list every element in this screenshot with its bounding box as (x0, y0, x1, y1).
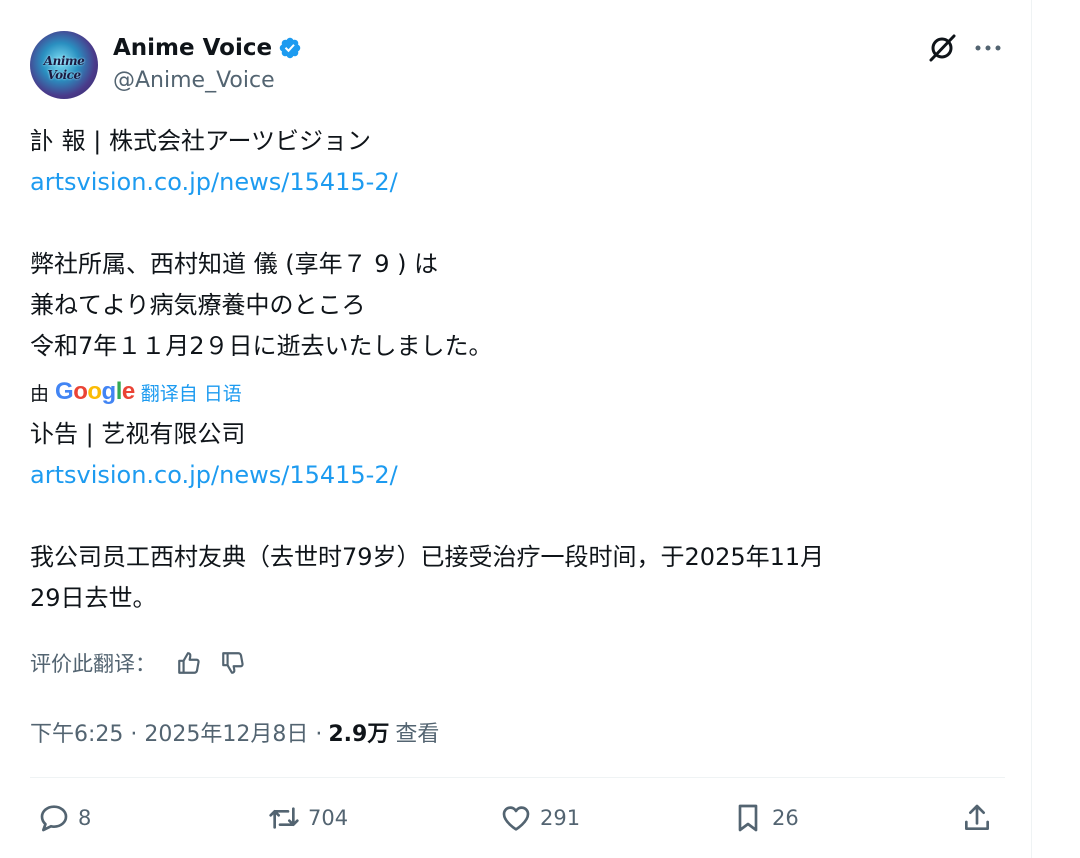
more-button[interactable] (972, 32, 1004, 64)
reply-count: 8 (78, 806, 92, 830)
retweet-count: 704 (308, 806, 349, 830)
original-line-1: 訃 報 | 株式会社アーツビジョン (30, 127, 372, 155)
translated-from-label[interactable]: 翻译自 日语 (141, 379, 242, 406)
author-name-row: Anime Voice (113, 32, 302, 64)
original-tweet-text: 訃 報 | 株式会社アーツビジョン artsvision.co.jp/news/… (30, 121, 493, 367)
divider (30, 777, 1005, 778)
reply-icon (40, 805, 68, 832)
like-icon (502, 806, 530, 831)
display-name[interactable]: Anime Voice (113, 35, 272, 61)
translated-by-label: 由 (30, 382, 50, 405)
like-button[interactable]: 291 (500, 798, 580, 838)
google-logo: Google (55, 378, 135, 405)
handle[interactable]: @Anime_Voice (113, 68, 275, 93)
avatar[interactable]: Anime Voice (30, 31, 98, 99)
tweet-card: Anime Voice Anime Voice @Anime_Voice 訃 報… (0, 0, 1032, 858)
retweet-icon (269, 807, 299, 829)
translation-blank-line (30, 496, 824, 537)
like-count: 291 (540, 806, 581, 830)
views-label: 查看 (395, 722, 440, 747)
translation-line-4: 我公司员工西村友典（去世时79岁）已接受治疗一段时间，于2025年11月 (30, 543, 825, 571)
bookmark-button[interactable]: 26 (732, 798, 799, 838)
grok-icon (929, 34, 956, 62)
bookmark-count: 26 (772, 806, 799, 830)
tweet-meta: 下午6:25 · 2025年12月8日 · 2.9万 查看 (30, 714, 439, 750)
share-button[interactable] (961, 798, 993, 838)
translation-line-5: 29日去世。 (30, 584, 157, 612)
verified-badge-icon[interactable] (278, 36, 302, 60)
translated-tweet-text: 讣告 | 艺视有限公司 artsvision.co.jp/news/15415-… (30, 414, 824, 619)
view-count: 2.9万 (328, 722, 390, 747)
thumbs-down-icon[interactable] (220, 650, 246, 676)
thumbs-up-icon[interactable] (176, 650, 202, 676)
reply-button[interactable]: 8 (38, 798, 91, 838)
share-icon (965, 804, 989, 830)
grok-button[interactable] (926, 32, 958, 64)
original-line-4: 弊社所属、西村知道 儀 (享年７ 9 ) は (30, 250, 439, 278)
original-link[interactable]: artsvision.co.jp/news/15415-2/ (30, 162, 493, 203)
rate-translation-label: 评价此翻译： (30, 652, 156, 676)
original-line-6: 令和7年１１月2９日に逝去いたしました。 (30, 332, 493, 360)
more-icon (975, 45, 1001, 51)
bookmark-icon (738, 804, 758, 832)
original-line-5: 兼ねてより病気療養中のところ (30, 291, 366, 319)
avatar-logo-text: Anime Voice (43, 54, 85, 82)
translation-attribution: 由 Google 翻译自 日语 (30, 377, 242, 407)
original-blank-line (30, 203, 493, 244)
rate-translation-row: 评价此翻译： (30, 645, 246, 681)
translation-line-1: 讣告 | 艺视有限公司 (30, 420, 246, 448)
timestamp[interactable]: 下午6:25 · 2025年12月8日 · (30, 716, 322, 748)
translation-link[interactable]: artsvision.co.jp/news/15415-2/ (30, 455, 824, 496)
retweet-button[interactable]: 704 (268, 798, 348, 838)
